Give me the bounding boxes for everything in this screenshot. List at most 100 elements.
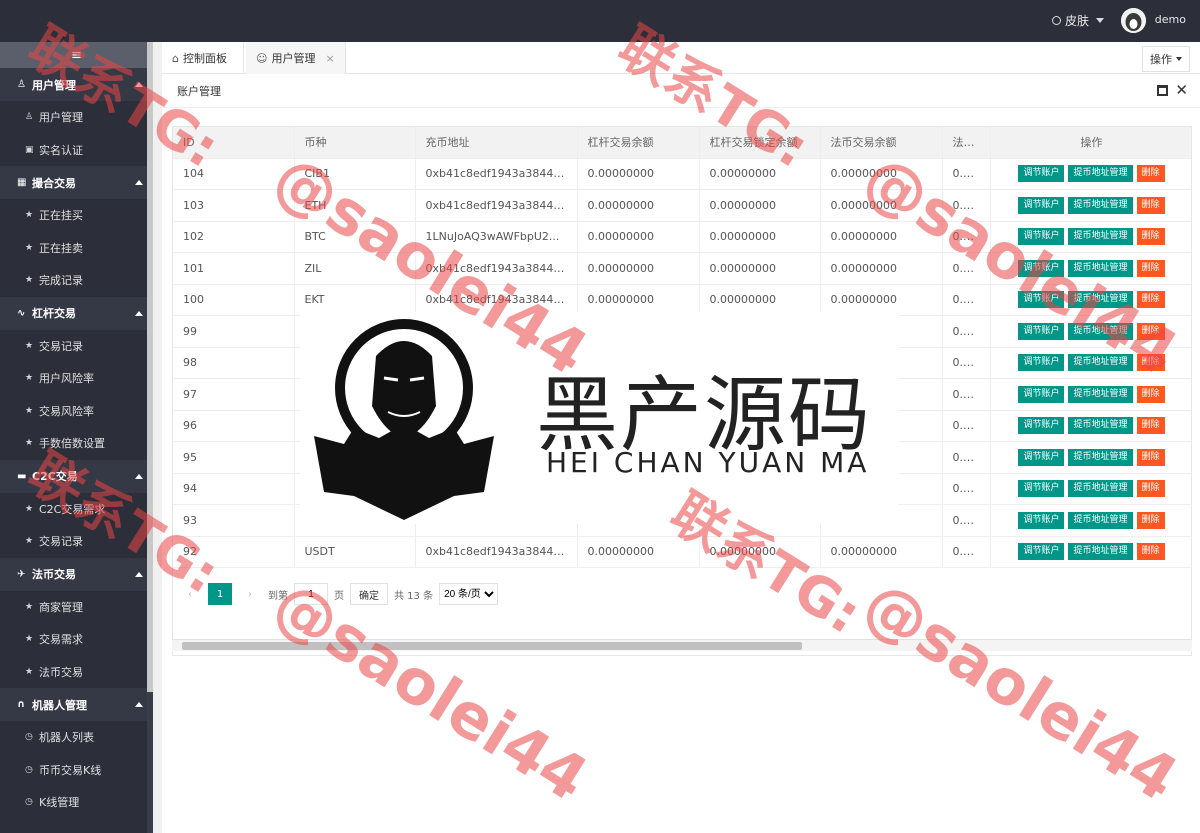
sidebar-item[interactable]: ★ 交易记录	[0, 329, 153, 362]
goto-page-input[interactable]	[294, 583, 328, 605]
delete-button[interactable]: 删除	[1136, 228, 1165, 246]
chevron-up-icon	[135, 571, 143, 577]
next-page-icon[interactable]: ›	[238, 583, 262, 605]
sidebar-scrollbar[interactable]	[147, 42, 153, 833]
withdraw-address-button[interactable]: 提币地址管理	[1068, 322, 1133, 340]
adjust-account-button[interactable]: 调节账户	[1018, 196, 1065, 214]
star-icon: ★	[25, 373, 34, 384]
sidebar-item[interactable]: ★ 商家管理	[0, 590, 153, 623]
sidebar-item-label: 交易记录	[39, 339, 83, 353]
withdraw-address-button[interactable]: 提币地址管理	[1068, 448, 1133, 466]
sidebar-item[interactable]: ★ 正在挂买	[0, 199, 153, 232]
sidebar-toggle[interactable]: ≡	[0, 42, 153, 68]
delete-button[interactable]: 删除	[1136, 480, 1165, 498]
restore-icon[interactable]	[1157, 85, 1168, 96]
withdraw-address-button[interactable]: 提币地址管理	[1068, 228, 1133, 246]
table-cell: USDT	[294, 536, 416, 568]
delete-button[interactable]: 删除	[1136, 291, 1165, 309]
sidebar-item-label: 手数倍数设置	[39, 437, 105, 451]
username[interactable]: demo	[1155, 13, 1186, 26]
adjust-account-button[interactable]: 调节账户	[1018, 354, 1065, 372]
table-horizontal-scrollbar[interactable]	[172, 639, 1192, 651]
star-icon: ★	[25, 634, 34, 645]
delete-button[interactable]: 删除	[1136, 543, 1165, 561]
sidebar-item[interactable]: ★ 交易需求	[0, 623, 153, 656]
withdraw-address-button[interactable]: 提币地址管理	[1068, 259, 1133, 277]
withdraw-address-button[interactable]: 提币地址管理	[1068, 480, 1133, 498]
prev-page-icon[interactable]: ‹	[178, 583, 202, 605]
delete-button[interactable]: 删除	[1136, 196, 1165, 214]
adjust-account-button[interactable]: 调节账户	[1018, 291, 1065, 309]
adjust-account-button[interactable]: 调节账户	[1018, 543, 1065, 561]
sidebar-item[interactable]: ★ 完成记录	[0, 264, 153, 297]
row-actions: 调节账户 提币地址管理 删除	[990, 536, 1191, 568]
sidebar-group[interactable]: ▬ C2C交易	[0, 459, 153, 493]
withdraw-address-button[interactable]: 提币地址管理	[1068, 291, 1133, 309]
withdraw-address-button[interactable]: 提币地址管理	[1068, 354, 1133, 372]
withdraw-address-button[interactable]: 提币地址管理	[1068, 417, 1133, 435]
table-cell: 0.0000	[942, 536, 991, 568]
sidebar-item[interactable]: ★ C2C交易需求	[0, 492, 153, 525]
withdraw-address-button[interactable]: 提币地址管理	[1068, 543, 1133, 561]
sidebar-item[interactable]: ★ 交易记录	[0, 525, 153, 558]
delete-button[interactable]: 删除	[1136, 165, 1165, 183]
sidebar-item[interactable]: ★ 交易风险率	[0, 394, 153, 427]
sidebar-group[interactable]: ∿ 杠杆交易	[0, 296, 153, 330]
sidebar-item[interactable]: ♙ 用户管理	[0, 101, 153, 134]
table-cell: 0.0000	[942, 504, 991, 537]
table-scroll-thumb[interactable]	[182, 642, 802, 650]
page-current[interactable]: 1	[208, 583, 232, 605]
tab-users[interactable]: ☺ 用户管理 ×	[246, 42, 346, 74]
close-icon[interactable]: ✕	[1175, 82, 1188, 98]
adjust-account-button[interactable]: 调节账户	[1018, 228, 1065, 246]
sidebar-scroll-thumb[interactable]	[147, 42, 153, 692]
column-header: 杠杆交易余额	[577, 127, 700, 159]
adjust-account-button[interactable]: 调节账户	[1018, 511, 1065, 529]
sidebar-item[interactable]: ★ 正在挂卖	[0, 231, 153, 264]
adjust-account-button[interactable]: 调节账户	[1018, 385, 1065, 403]
table-cell: 0.0000	[942, 347, 991, 379]
close-icon[interactable]: ×	[325, 52, 334, 65]
sidebar-group[interactable]: ♙ 用户管理	[0, 68, 153, 101]
delete-button[interactable]: 删除	[1136, 448, 1165, 466]
tab-operations-button[interactable]: 操作	[1142, 46, 1190, 72]
withdraw-address-button[interactable]: 提币地址管理	[1068, 385, 1133, 403]
sidebar-group[interactable]: ∩ 机器人管理	[0, 688, 153, 721]
adjust-account-button[interactable]: 调节账户	[1018, 165, 1065, 183]
adjust-account-button[interactable]: 调节账户	[1018, 259, 1065, 277]
sidebar-item-label: K线管理	[39, 796, 80, 810]
sidebar-item[interactable]: ▣ 实名认证	[0, 133, 153, 166]
row-actions: 调节账户 提币地址管理 删除	[990, 473, 1191, 505]
table-cell: 0.00000000	[699, 189, 821, 222]
sidebar-item[interactable]: ◷ 机器人列表	[0, 721, 153, 754]
adjust-account-button[interactable]: 调节账户	[1018, 322, 1065, 340]
sidebar-item[interactable]: ◷ 币币交易K线	[0, 753, 153, 786]
withdraw-address-button[interactable]: 提币地址管理	[1068, 511, 1133, 529]
adjust-account-button[interactable]: 调节账户	[1018, 448, 1065, 466]
sidebar-group[interactable]: ✈ 法币交易	[0, 557, 153, 591]
chevron-up-icon	[135, 82, 143, 87]
sidebar-item[interactable]: ★ 用户风险率	[0, 362, 153, 395]
sidebar-group[interactable]: ▦ 撮合交易	[0, 166, 153, 199]
avatar[interactable]	[1121, 8, 1146, 33]
goto-confirm-button[interactable]: 确定	[350, 583, 388, 605]
delete-button[interactable]: 删除	[1136, 385, 1165, 403]
adjust-account-button[interactable]: 调节账户	[1018, 417, 1065, 435]
skin-menu[interactable]: 皮肤	[1051, 12, 1104, 29]
page-size-select[interactable]: 20 条/页	[439, 583, 499, 605]
tab-dashboard[interactable]: ⌂ 控制面板	[162, 42, 244, 74]
delete-button[interactable]: 删除	[1136, 354, 1165, 372]
user-avatar-icon	[1121, 8, 1146, 33]
withdraw-address-button[interactable]: 提币地址管理	[1068, 165, 1133, 183]
delete-button[interactable]: 删除	[1136, 417, 1165, 435]
delete-button[interactable]: 删除	[1136, 322, 1165, 340]
table-cell: 0xb41c8edf1943a38445...	[415, 536, 578, 568]
delete-button[interactable]: 删除	[1136, 259, 1165, 277]
withdraw-address-button[interactable]: 提币地址管理	[1068, 196, 1133, 214]
adjust-account-button[interactable]: 调节账户	[1018, 480, 1065, 498]
sidebar-item[interactable]: ★ 手数倍数设置	[0, 427, 153, 460]
sidebar-item[interactable]: ★ 法币交易	[0, 655, 153, 688]
table-cell: 1LNuJoAQ3wAWFbpU2...	[415, 221, 578, 253]
sidebar-item[interactable]: ◷ K线管理	[0, 786, 153, 819]
delete-button[interactable]: 删除	[1136, 511, 1165, 529]
